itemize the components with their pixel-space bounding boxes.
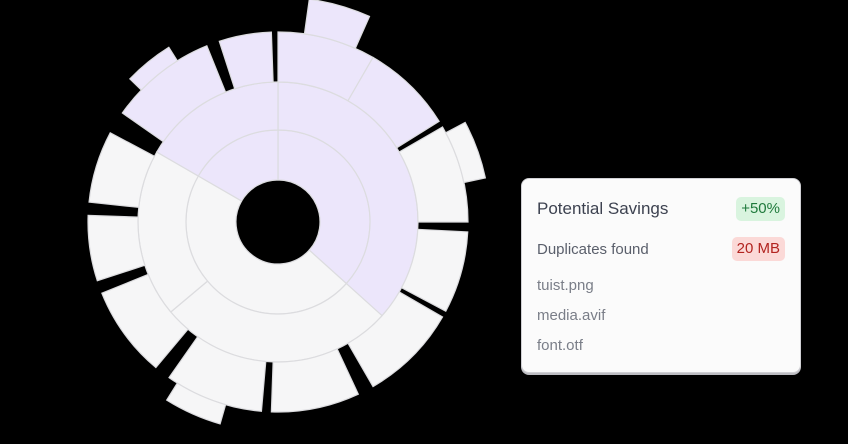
potential-savings-card: Potential Savings +50% Duplicates found … bbox=[521, 178, 801, 373]
duplicates-size-badge: 20 MB bbox=[731, 237, 785, 261]
duplicates-found-label: Duplicates found bbox=[537, 240, 649, 258]
duplicate-file-item[interactable]: font.otf bbox=[537, 337, 583, 354]
duplicate-file-item[interactable]: media.avif bbox=[537, 307, 605, 324]
card-title: Potential Savings bbox=[537, 199, 669, 218]
sunburst-outer-segment[interactable] bbox=[87, 214, 146, 282]
sunburst-outer-segment[interactable] bbox=[218, 31, 274, 90]
duplicate-file-item[interactable]: tuist.png bbox=[537, 277, 594, 294]
savings-percent-badge: +50% bbox=[736, 197, 785, 221]
